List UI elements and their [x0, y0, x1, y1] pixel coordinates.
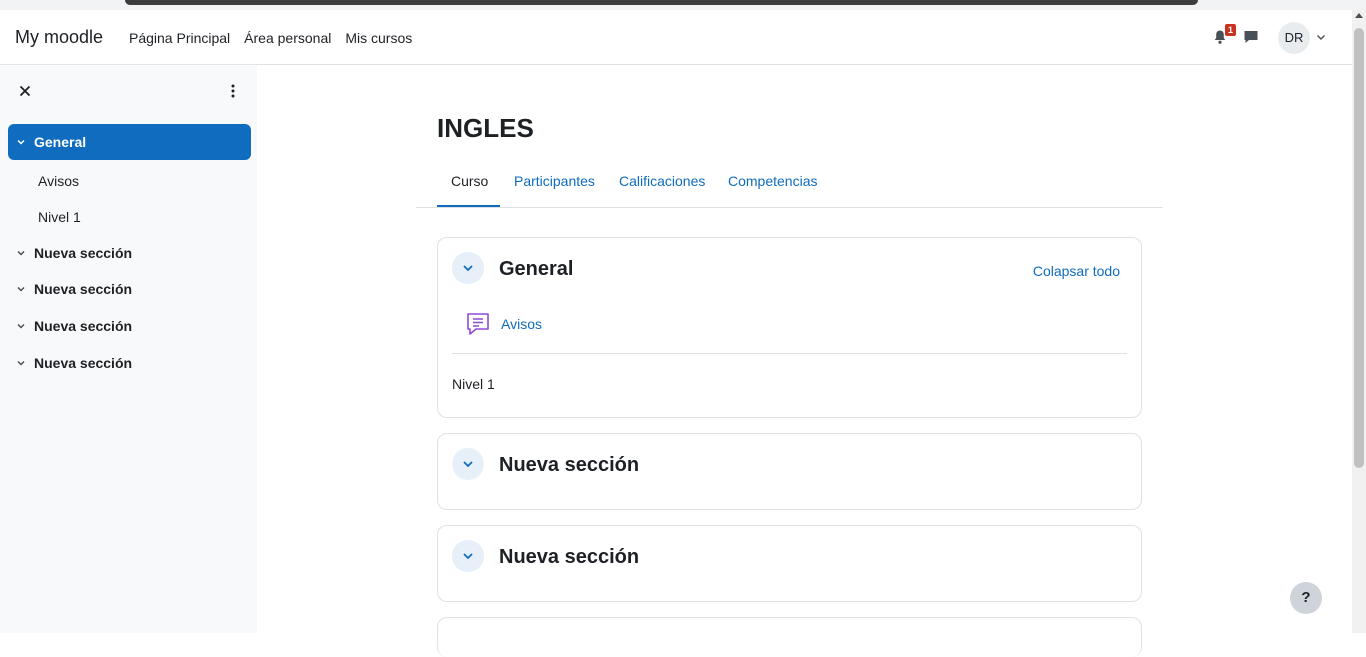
section-title[interactable]: Nueva sección — [499, 454, 639, 477]
course-index-section-2[interactable]: Nueva sección — [8, 235, 251, 271]
course-index-activity-nivel-1[interactable]: Nivel 1 — [38, 209, 81, 225]
tab-participantes[interactable]: Participantes — [514, 173, 595, 189]
help-button[interactable]: ? — [1290, 582, 1322, 614]
chevron-down-icon[interactable] — [16, 137, 26, 147]
scrollbar-thumb[interactable] — [1354, 28, 1364, 468]
section-collapse-toggle[interactable] — [452, 540, 484, 572]
nav-link-home[interactable]: Página Principal — [129, 30, 230, 46]
activity-link[interactable]: Avisos — [501, 316, 542, 332]
section-title[interactable]: General — [499, 258, 573, 281]
course-index-section-label: General — [34, 134, 87, 150]
user-avatar[interactable]: DR — [1278, 22, 1310, 54]
nav-link-my-courses[interactable]: Mis cursos — [345, 30, 412, 46]
collapse-all-link[interactable]: Colapsar todo — [1033, 263, 1120, 279]
nav-link-dashboard[interactable]: Área personal — [244, 30, 331, 46]
text-label-nivel-1: Nivel 1 — [452, 376, 495, 392]
chevron-down-icon[interactable] — [1315, 31, 1327, 43]
course-index-section-general[interactable]: General — [8, 124, 251, 160]
chevron-down-icon — [463, 461, 473, 468]
course-index-section-3[interactable]: Nueva sección — [8, 271, 251, 307]
section-collapse-toggle[interactable] — [452, 448, 484, 480]
course-section-2: Nueva sección — [437, 433, 1142, 510]
chevron-down-icon[interactable] — [16, 284, 26, 294]
chevron-down-icon[interactable] — [16, 358, 26, 368]
browser-top-strip — [0, 0, 1366, 10]
course-index-drawer: General Avisos Nivel 1 Nueva sección Nue… — [0, 66, 257, 633]
browser-tab-bar — [125, 0, 1198, 5]
tab-curso[interactable]: Curso — [451, 173, 488, 189]
course-index-section-label: Nueva sección — [34, 318, 133, 334]
section-title[interactable]: Nueva sección — [499, 546, 639, 569]
top-navbar: My moodle Página Principal Área personal… — [0, 10, 1352, 65]
primary-navigation: Página Principal Área personal Mis curso… — [129, 30, 412, 46]
chevron-down-icon — [463, 553, 473, 560]
course-index-activity-avisos[interactable]: Avisos — [38, 173, 79, 189]
site-brand[interactable]: My moodle — [15, 27, 103, 48]
main-content: INGLES Curso Participantes Calificacione… — [257, 66, 1352, 657]
tab-competencias[interactable]: Competencias — [728, 173, 818, 189]
course-index-section-5[interactable]: Nueva sección — [8, 345, 251, 381]
activity-forum-avisos[interactable]: Avisos — [465, 311, 542, 337]
forum-icon — [467, 313, 489, 335]
course-section-4 — [437, 617, 1142, 657]
message-icon[interactable] — [1243, 29, 1259, 45]
chevron-down-icon[interactable] — [16, 321, 26, 331]
more-vertical-icon[interactable] — [225, 83, 241, 99]
course-section-3: Nueva sección — [437, 525, 1142, 602]
page-scrollbar[interactable] — [1352, 10, 1366, 633]
course-index-section-label: Nueva sección — [34, 355, 133, 371]
course-index-section-4[interactable]: Nueva sección — [8, 308, 251, 344]
course-index-section-label: Nueva sección — [34, 245, 133, 261]
active-tab-indicator — [437, 205, 500, 207]
page-title: INGLES — [437, 113, 534, 143]
activity-divider — [452, 353, 1127, 354]
course-tabs: Curso Participantes Calificaciones Compe… — [416, 164, 1163, 208]
chevron-down-icon[interactable] — [16, 248, 26, 258]
close-icon[interactable] — [17, 83, 33, 99]
tab-calificaciones[interactable]: Calificaciones — [619, 173, 705, 189]
course-index-section-label: Nueva sección — [34, 281, 133, 297]
notification-count-badge: 1 — [1225, 24, 1236, 36]
chevron-down-icon — [463, 265, 473, 272]
section-collapse-toggle[interactable] — [452, 252, 484, 284]
scroll-up-arrow-icon[interactable] — [1355, 13, 1363, 18]
course-section-general: General Colapsar todo Avisos Nivel 1 — [437, 237, 1142, 418]
